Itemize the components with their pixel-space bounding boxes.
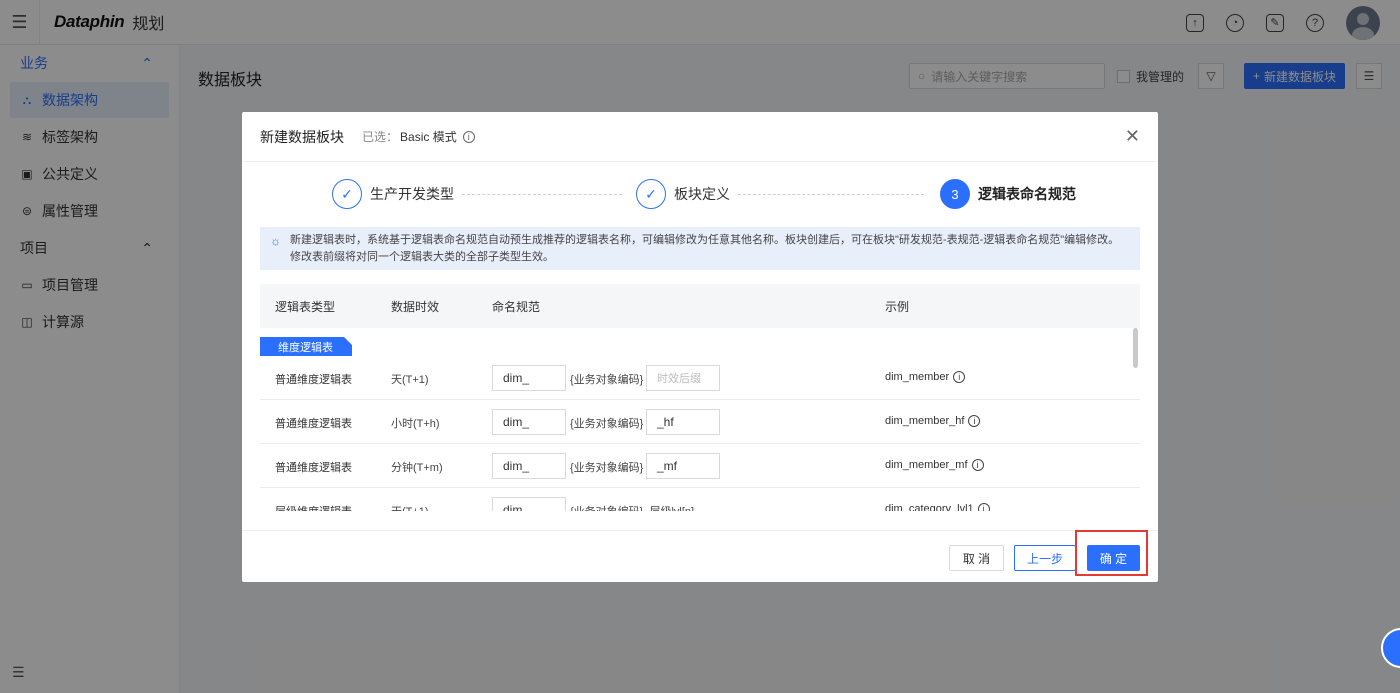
step-label: 板块定义 (674, 186, 730, 202)
modal-header: 新建数据板块 已选： Basic 模式 i ✕ (242, 112, 1158, 162)
table-row: 普通维度逻辑表 分钟(T+m) dim_ {业务对象编码} _mf dim_me… (260, 444, 1140, 488)
cancel-button[interactable]: 取 消 (949, 545, 1004, 571)
step-label: 生产开发类型 (370, 186, 454, 202)
prefix-input[interactable]: dim_ (492, 453, 566, 479)
step-label: 逻辑表命名规范 (978, 186, 1076, 202)
suffix-input[interactable]: _mf (646, 453, 720, 479)
step-1: ✓ 生产开发类型 (332, 179, 454, 209)
cell-object-code: {业务对象编码} (570, 418, 644, 430)
modal-footer: 取 消 上一步 确 定 (242, 530, 1158, 582)
column-header: 逻辑表类型 (275, 300, 336, 314)
new-data-block-modal: 新建数据板块 已选： Basic 模式 i ✕ ✓ 生产开发类型 ✓ 板块定义 … (242, 112, 1158, 582)
column-header: 数据时效 (391, 300, 440, 314)
cell-type: 层级维度逻辑表 (275, 503, 352, 511)
cell-example: dim_member_mf i (885, 459, 984, 471)
previous-step-button[interactable]: 上一步 (1014, 545, 1076, 571)
prefix-input[interactable]: dim_ (492, 497, 566, 511)
cell-object-code: {业务对象编码} (570, 374, 644, 386)
example-text: dim_member_hf (885, 415, 965, 427)
cell-timeliness: 天(T+1) (391, 374, 429, 386)
example-text: dim_member_mf (885, 459, 968, 471)
cell-timeliness: 天(T+1) (391, 503, 429, 511)
stepper: ✓ 生产开发类型 ✓ 板块定义 3 逻辑表命名规范 (332, 179, 1092, 211)
step-3: 3 逻辑表命名规范 (940, 179, 1076, 209)
step-2: ✓ 板块定义 (636, 179, 730, 209)
cell-example: dim_category_lvl1 i (885, 503, 990, 511)
info-icon[interactable]: i (953, 371, 966, 383)
example-text: dim_member (885, 371, 950, 383)
prefix-input[interactable]: dim_ (492, 365, 566, 391)
example-text: dim_category_lvl1 (885, 503, 974, 511)
table-scrollbar[interactable] (1133, 328, 1138, 368)
cell-timeliness: 小时(T+h) (391, 418, 440, 430)
table-row: 普通维度逻辑表 小时(T+h) dim_ {业务对象编码} _hf dim_me… (260, 400, 1140, 444)
info-icon[interactable]: i (968, 415, 981, 427)
cell-type: 普通维度逻辑表 (275, 418, 352, 430)
notice-text: 新建逻辑表时，系统基于逻辑表命名规范自动预生成推荐的逻辑表名称，可编辑修改为任意… (290, 234, 1120, 263)
cell-object-code: {业务对象编码}_层级lvl[n] (570, 503, 694, 511)
table-row: 层级维度逻辑表 天(T+1) dim_ {业务对象编码}_层级lvl[n] di… (260, 488, 1140, 511)
group-tag: 维度逻辑表 (260, 337, 352, 356)
suffix-input[interactable]: _hf (646, 409, 720, 435)
step-connector (462, 194, 622, 195)
cell-example: dim_member i (885, 371, 966, 383)
check-icon: ✓ (332, 179, 362, 209)
notice-banner: ☼ 新建逻辑表时，系统基于逻辑表命名规范自动预生成推荐的逻辑表名称，可编辑修改为… (260, 227, 1140, 270)
close-icon[interactable]: ✕ (1125, 127, 1140, 145)
step-number: 3 (940, 179, 970, 209)
info-icon[interactable]: i (971, 459, 984, 471)
cell-timeliness: 分钟(T+m) (391, 462, 443, 474)
info-icon[interactable]: i (977, 503, 990, 511)
prefix-input[interactable]: dim_ (492, 409, 566, 435)
column-header: 命名规范 (492, 300, 541, 314)
highlight-box (1075, 530, 1148, 576)
table-row: 普通维度逻辑表 天(T+1) dim_ {业务对象编码} 时效后缀 dim_me… (260, 356, 1140, 400)
modal-title: 新建数据板块 (260, 128, 344, 145)
table-header: 逻辑表类型 数据时效 命名规范 示例 (260, 284, 1140, 328)
table-body[interactable]: 维度逻辑表 普通维度逻辑表 天(T+1) dim_ {业务对象编码} 时效后缀 … (260, 328, 1140, 511)
cell-example: dim_member_hf i (885, 415, 981, 427)
selected-prefix: 已选： (362, 130, 399, 144)
column-header: 示例 (885, 300, 910, 314)
suffix-input[interactable]: 时效后缀 (646, 365, 720, 391)
cell-object-code: {业务对象编码} (570, 462, 644, 474)
lightbulb-icon: ☼ (270, 234, 281, 248)
cell-type: 普通维度逻辑表 (275, 462, 352, 474)
cell-type: 普通维度逻辑表 (275, 374, 352, 386)
check-icon: ✓ (636, 179, 666, 209)
selected-mode: Basic 模式 (400, 130, 457, 144)
step-connector (738, 194, 924, 195)
info-icon[interactable]: i (462, 130, 475, 143)
